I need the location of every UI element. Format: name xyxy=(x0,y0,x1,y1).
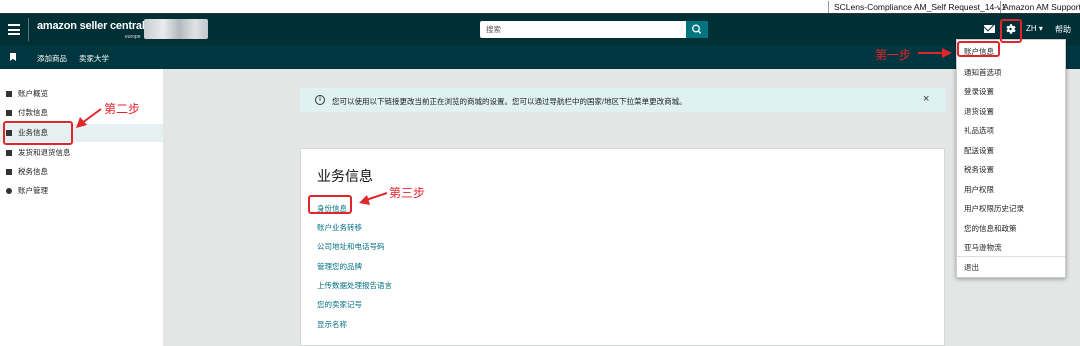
sidebar-item-label: 账户概览 xyxy=(18,89,48,98)
annotation-box-gear xyxy=(1000,19,1022,43)
menu-divider xyxy=(957,256,1065,257)
secondary-nav: 添加商品 卖家大学 xyxy=(0,45,1080,69)
link-data-report-language[interactable]: 上传数据处理报告语言 xyxy=(317,280,392,291)
strip-divider xyxy=(828,1,829,13)
hamburger-menu-icon[interactable] xyxy=(8,24,20,35)
grid-icon xyxy=(6,91,12,97)
annotation-box-account-info xyxy=(957,41,1000,57)
menu-item-shipping-settings[interactable]: 配送设置 xyxy=(964,145,994,156)
nav-seller-university[interactable]: 卖家大学 xyxy=(79,53,109,64)
language-selector[interactable]: ZH ▾ xyxy=(1026,24,1043,33)
blurred-store-name xyxy=(144,19,208,39)
support-account-name[interactable]: Amazon AM Support xyxy=(1003,2,1080,12)
link-company-address[interactable]: 公司地址和电话号码 xyxy=(317,241,385,252)
gear-icon xyxy=(6,188,12,194)
bookmark-icon[interactable] xyxy=(10,53,16,61)
logo-text: amazon seller central xyxy=(37,20,145,32)
business-info-card: 业务信息 身份信息 账户业务转移 公司地址和电话号码 管理您的品牌 上传数据处理… xyxy=(300,148,945,346)
menu-item-fba[interactable]: 亚马逊物流 xyxy=(964,242,1002,253)
mail-icon[interactable] xyxy=(984,25,995,33)
menu-item-logout[interactable]: 退出 xyxy=(964,262,979,273)
logo-region: europe xyxy=(125,34,141,40)
annotation-box-identity-info xyxy=(308,195,352,214)
card-icon xyxy=(6,110,12,116)
settings-dropdown-menu: 账户信息 通知首选项 登录设置 退货设置 礼品选项 配送设置 税务设置 用户权限… xyxy=(956,39,1066,278)
menu-item-gift-options[interactable]: 礼品选项 xyxy=(964,125,994,136)
document-icon xyxy=(6,169,12,175)
help-link[interactable]: 帮助 xyxy=(1055,24,1071,35)
annotation-step-1: 第一步 xyxy=(875,48,912,62)
close-icon[interactable]: × xyxy=(923,93,929,105)
sidebar-item-label: 发货和退货信息 xyxy=(18,148,71,157)
strip-divider xyxy=(1000,1,1001,13)
header-divider xyxy=(28,18,29,41)
seller-central-logo[interactable]: amazon seller central europe xyxy=(37,20,145,40)
sidebar-item-label: 税务信息 xyxy=(18,167,48,176)
account-strip: SCLens-Compliance AM_Self Request_14-v1 … xyxy=(0,0,1080,14)
search-box xyxy=(480,21,708,38)
menu-item-return-settings[interactable]: 退货设置 xyxy=(964,106,994,117)
menu-item-permission-history[interactable]: 用户权限历史记录 xyxy=(964,203,1024,214)
sidebar-item-label: 账户管理 xyxy=(18,186,48,195)
link-seller-token[interactable]: 您的卖家记号 xyxy=(317,299,362,310)
top-header: amazon seller central europe ZH ▾ 帮助 xyxy=(0,14,1080,45)
annotation-box-business-info xyxy=(3,121,73,145)
info-banner: i 您可以使用以下链接更改当前正在浏览的商城的设置。您可以通过导航栏中的国家/地… xyxy=(300,88,946,112)
banner-message: 您可以使用以下链接更改当前正在浏览的商城的设置。您可以通过导航栏中的国家/地区下… xyxy=(332,97,687,106)
search-icon xyxy=(692,24,702,34)
search-input[interactable] xyxy=(480,21,686,38)
sidebar-item-label: 付款信息 xyxy=(18,108,48,117)
search-button[interactable] xyxy=(686,21,708,38)
annotation-step-3: 第三步 xyxy=(389,186,426,200)
link-display-name[interactable]: 显示名称 xyxy=(317,319,347,330)
link-business-transfer[interactable]: 账户业务转移 xyxy=(317,222,362,233)
menu-item-notification-prefs[interactable]: 通知首选项 xyxy=(964,67,1002,78)
sidebar-item-shipping-returns[interactable]: 发货和退货信息 xyxy=(0,144,163,162)
sidebar-item-tax-info[interactable]: 税务信息 xyxy=(0,163,163,181)
menu-item-login-settings[interactable]: 登录设置 xyxy=(964,86,994,97)
menu-item-info-and-policies[interactable]: 您的信息和政策 xyxy=(964,223,1017,234)
sidebar-item-account-management[interactable]: 账户管理 xyxy=(0,182,163,200)
account-name[interactable]: SCLens-Compliance AM_Self Request_14-v1 xyxy=(834,2,1006,12)
page-title: 业务信息 xyxy=(317,168,373,184)
nav-add-product[interactable]: 添加商品 xyxy=(37,53,67,64)
menu-item-user-permissions[interactable]: 用户权限 xyxy=(964,184,994,195)
truck-icon xyxy=(6,150,12,156)
annotation-step-2: 第二步 xyxy=(104,102,141,116)
info-icon: i xyxy=(315,95,325,105)
link-manage-brand[interactable]: 管理您的品牌 xyxy=(317,261,362,272)
menu-item-tax-settings[interactable]: 税务设置 xyxy=(964,164,994,175)
